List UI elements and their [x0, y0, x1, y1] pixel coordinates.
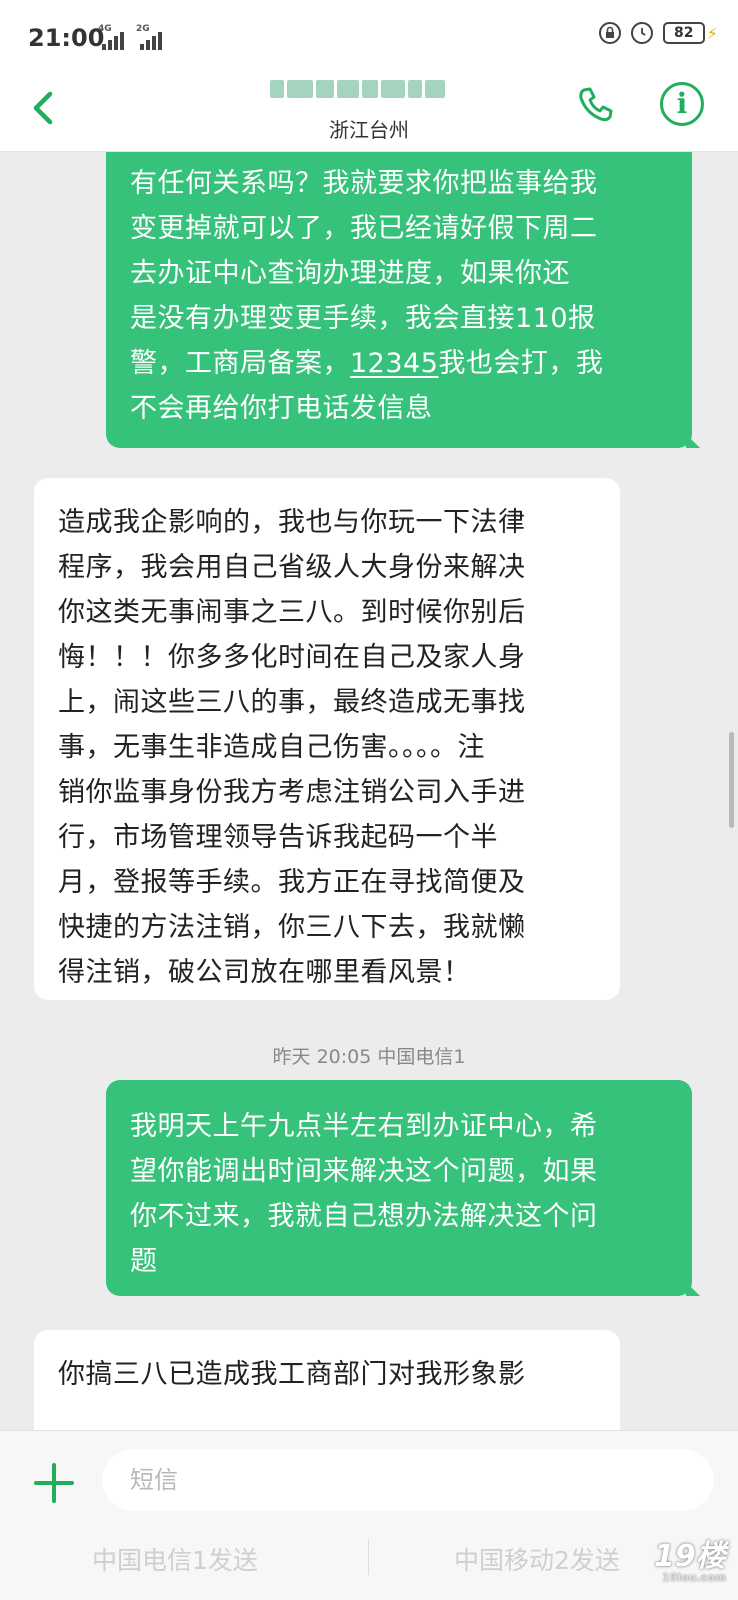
phone-number-link[interactable]: 12345 — [350, 348, 438, 379]
battery-icon: 82 ⚡ — [662, 22, 718, 44]
message-text: 你搞三八已造成我工商部门对我形象影 — [58, 1359, 526, 1390]
message-text: 望你能调出时间来解决这个问题，如果 — [130, 1156, 598, 1187]
divider — [368, 1539, 369, 1575]
status-bar: 21:00 4G 2G 82 ⚡ — [0, 0, 738, 78]
contact-location: 浙江台州 — [329, 118, 409, 142]
contact-name-redacted — [270, 80, 470, 104]
message-text: 造成我企影响的，我也与你玩一下法律 — [58, 507, 526, 538]
site-watermark-logo: 19楼 19lou.com — [652, 1531, 726, 1593]
message-text: 题 — [130, 1246, 158, 1277]
message-text: 警，工商局备案， — [130, 348, 350, 379]
message-sent-2[interactable]: 我明天上午九点半左右到办证中心，希 望你能调出时间来解决这个问题，如果 你不过来… — [106, 1080, 700, 1296]
message-text: 不会再给你打电话发信息 — [130, 393, 433, 424]
watermark-subtext: 19lou.com — [662, 1571, 727, 1584]
info-icon: i — [676, 87, 688, 120]
message-text: 快捷的方法注销，你三八下去，我就懒 — [58, 912, 526, 943]
message-timestamp: 昨天 20:05 中国电信1 — [272, 1046, 466, 1068]
message-text: 你这类无事闹事之三八。到时候你别后 — [58, 597, 526, 628]
scrollbar-thumb[interactable] — [729, 732, 734, 828]
info-button[interactable]: i — [660, 82, 704, 126]
message-text: 行，市场管理领导告诉我起码一个半 — [58, 822, 498, 853]
composer: 中国电信1发送 中国移动2发送 19楼 19lou.com — [0, 1430, 738, 1600]
message-text: 事，无事生非造成自己伤害。。。。注 — [58, 732, 485, 763]
lock-rotation-icon — [598, 22, 621, 44]
charging-icon: ⚡ — [706, 23, 718, 43]
conversation-header: 浙江台州 i — [0, 78, 738, 152]
message-list[interactable]: 有任何关系吗？我就要求你把监事给我 变更掉就可以了，我已经请好假下周二 去办证中… — [0, 152, 738, 1430]
message-input[interactable] — [102, 1449, 714, 1511]
message-text: 我明天上午九点半左右到办证中心，希 — [130, 1111, 598, 1142]
send-sim1-button[interactable]: 中国电信1发送 — [92, 1541, 258, 1577]
message-text: 变更掉就可以了，我已经请好假下周二 — [130, 213, 598, 244]
message-text: 销你监事身份我方考虑注销公司入手进 — [58, 777, 526, 808]
send-sim2-button[interactable]: 中国移动2发送 — [454, 1541, 620, 1577]
message-text: 程序，我会用自己省级人大身份来解决 — [58, 552, 526, 583]
add-attachment-button[interactable] — [34, 1463, 74, 1503]
message-text: 悔！！！你多多化时间在自己及家人身 — [58, 642, 526, 673]
message-sent-1[interactable]: 有任何关系吗？我就要求你把监事给我 变更掉就可以了，我已经请好假下周二 去办证中… — [106, 152, 700, 448]
message-text: 上，闹这些三八的事，最终造成无事找 — [58, 687, 526, 718]
battery-level: 82 — [662, 22, 705, 44]
phone-icon — [579, 87, 613, 122]
status-time: 21:00 — [28, 24, 105, 52]
send-options: 中国电信1发送 中国移动2发送 — [0, 1535, 738, 1585]
message-text: 得注销，破公司放在哪里看风景！ — [58, 957, 471, 988]
message-text: 你不过来，我就自己想办法解决这个问 — [130, 1201, 598, 1232]
message-text: 月，登报等手续。我方正在寻找简便及 — [58, 867, 526, 898]
message-received-2[interactable]: 你搞三八已造成我工商部门对我形象影 — [34, 1330, 620, 1430]
message-text: 去办证中心查询办理进度，如果你还 — [130, 258, 570, 289]
watermark-text: 19楼 — [654, 1539, 726, 1574]
message-text: 是没有办理变更手续，我会直接110报 — [130, 303, 596, 334]
message-text: 有任何关系吗？我就要求你把监事给我 — [130, 168, 598, 199]
call-button[interactable] — [574, 82, 618, 126]
message-text: 我也会打，我 — [438, 348, 604, 379]
message-received-1[interactable]: 造成我企影响的，我也与你玩一下法律 程序，我会用自己省级人大身份来解决 你这类无… — [34, 478, 620, 1000]
alarm-icon — [630, 22, 653, 44]
